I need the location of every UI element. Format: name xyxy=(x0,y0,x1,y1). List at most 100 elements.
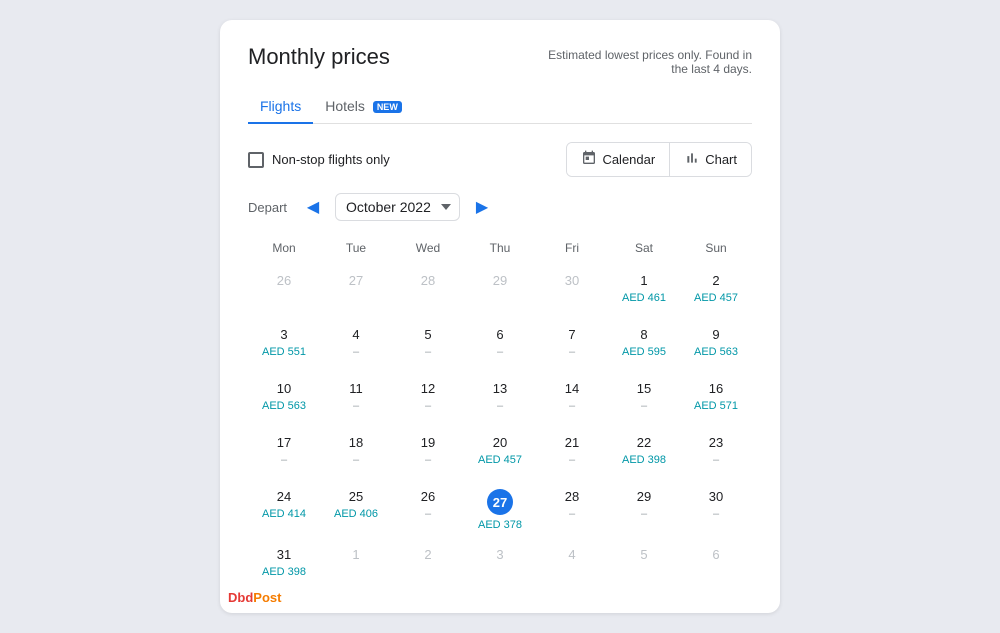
chart-icon xyxy=(684,150,700,169)
cal-price: AED 378 xyxy=(478,519,522,531)
cal-date: 20 xyxy=(493,435,507,450)
nonstop-checkbox-label[interactable]: Non-stop flights only xyxy=(248,152,390,168)
calendar: MonTueWedThuFriSatSun 26272829301AED 461… xyxy=(248,235,752,593)
cal-price: AED 406 xyxy=(334,508,378,520)
cal-price: AED 457 xyxy=(478,454,522,466)
cal-date: 18 xyxy=(349,435,363,450)
cal-price: AED 563 xyxy=(694,346,738,358)
cal-date: 6 xyxy=(712,547,719,562)
calendar-body: 26272829301AED 4612AED 4573AED 5514–5–6–… xyxy=(248,265,752,593)
calendar-icon xyxy=(581,150,597,169)
calendar-cell[interactable]: 10AED 563 xyxy=(248,373,320,427)
cal-date: 3 xyxy=(496,547,503,562)
calendar-cell: 21 – xyxy=(536,427,608,481)
calendar-cell[interactable]: 31AED 398 xyxy=(248,539,320,593)
cal-date: 30 xyxy=(565,273,579,288)
calendar-cell: 28– xyxy=(536,481,608,539)
calendar-cell: 6– xyxy=(464,319,536,373)
day-header: Thu xyxy=(464,235,536,261)
calendar-cell[interactable]: 27AED 378 xyxy=(464,481,536,539)
calendar-cell[interactable]: 24AED 414 xyxy=(248,481,320,539)
cal-date: 4 xyxy=(568,547,575,562)
chart-view-button[interactable]: Chart xyxy=(670,143,751,176)
calendar-cell: 29– xyxy=(608,481,680,539)
cal-no-price: – xyxy=(497,400,503,412)
calendar-cell[interactable]: 1 AED 461 xyxy=(608,265,680,319)
cal-date: 27 xyxy=(349,273,363,288)
cal-date: 25 xyxy=(349,489,363,504)
cal-no-price: – xyxy=(641,400,647,412)
cal-date: 6 xyxy=(496,327,503,342)
tab-hotels[interactable]: Hotels NEW xyxy=(313,90,414,124)
cal-no-price: – xyxy=(569,454,575,466)
tabs-container: Flights Hotels NEW xyxy=(248,90,752,124)
cal-no-price: – xyxy=(425,508,431,520)
cal-date: 5 xyxy=(640,547,647,562)
cal-date: 22 xyxy=(637,435,651,450)
calendar-cell: 5– xyxy=(392,319,464,373)
cal-no-price: – xyxy=(353,454,359,466)
cal-price: AED 398 xyxy=(262,566,306,578)
cal-no-price: – xyxy=(425,346,431,358)
main-card: Monthly prices Estimated lowest prices o… xyxy=(220,20,780,613)
cal-no-price: – xyxy=(713,508,719,520)
cal-date: 5 xyxy=(424,327,431,342)
calendar-view-button[interactable]: Calendar xyxy=(567,143,670,176)
calendar-cell: 14– xyxy=(536,373,608,427)
prev-month-button[interactable]: ◀ xyxy=(299,193,327,221)
calendar-cell[interactable]: 3AED 551 xyxy=(248,319,320,373)
cal-date: 21 xyxy=(565,435,579,450)
cal-no-price: – xyxy=(497,346,503,358)
calendar-header: MonTueWedThuFriSatSun xyxy=(248,235,752,261)
calendar-cell: 30 xyxy=(536,265,608,319)
cal-date: 1 xyxy=(640,273,647,288)
cal-date: 26 xyxy=(421,489,435,504)
calendar-cell[interactable]: 16AED 571 xyxy=(680,373,752,427)
cal-no-price: – xyxy=(641,508,647,520)
cal-no-price: – xyxy=(569,346,575,358)
calendar-cell[interactable]: 20 AED 457 xyxy=(464,427,536,481)
calendar-cell[interactable]: 25 AED 406 xyxy=(320,481,392,539)
cal-no-price: – xyxy=(281,454,287,466)
calendar-cell: 28 xyxy=(392,265,464,319)
cal-price: AED 414 xyxy=(262,508,306,520)
cal-date: 28 xyxy=(421,273,435,288)
calendar-cell: 30– xyxy=(680,481,752,539)
day-header: Mon xyxy=(248,235,320,261)
cal-date: 26 xyxy=(277,273,291,288)
calendar-cell: 11– xyxy=(320,373,392,427)
calendar-cell: 13– xyxy=(464,373,536,427)
cal-price: AED 457 xyxy=(694,292,738,304)
cal-date: 15 xyxy=(637,381,651,396)
calendar-cell: 7– xyxy=(536,319,608,373)
calendar-cell[interactable]: 2 AED 457 xyxy=(680,265,752,319)
calendar-cell: 19 – xyxy=(392,427,464,481)
cal-date: 12 xyxy=(421,381,435,396)
next-month-button[interactable]: ▶ xyxy=(468,193,496,221)
cal-date: 19 xyxy=(421,435,435,450)
calendar-cell: 23– xyxy=(680,427,752,481)
cal-no-price: – xyxy=(569,400,575,412)
cal-no-price: – xyxy=(425,454,431,466)
watermark: DbdPost xyxy=(228,590,281,605)
calendar-cell: 2 xyxy=(392,539,464,593)
calendar-cell[interactable]: 8AED 595 xyxy=(608,319,680,373)
calendar-cell[interactable]: 22AED 398 xyxy=(608,427,680,481)
cal-date: 7 xyxy=(568,327,575,342)
cal-price: AED 571 xyxy=(694,400,738,412)
calendar-cell: 4– xyxy=(320,319,392,373)
depart-label: Depart xyxy=(248,200,287,215)
nonstop-checkbox[interactable] xyxy=(248,152,264,168)
cal-date: 2 xyxy=(712,273,719,288)
calendar-cell: 26 – xyxy=(392,481,464,539)
month-select[interactable]: October 2022 xyxy=(335,193,460,221)
cal-no-price: – xyxy=(353,400,359,412)
cal-price: AED 595 xyxy=(622,346,666,358)
calendar-cell: 17– xyxy=(248,427,320,481)
cal-date: 3 xyxy=(280,327,287,342)
depart-row: Depart ◀ October 2022 ▶ xyxy=(248,193,752,221)
calendar-cell: 12– xyxy=(392,373,464,427)
calendar-cell[interactable]: 9AED 563 xyxy=(680,319,752,373)
tab-flights[interactable]: Flights xyxy=(248,90,313,124)
cal-price: AED 461 xyxy=(622,292,666,304)
